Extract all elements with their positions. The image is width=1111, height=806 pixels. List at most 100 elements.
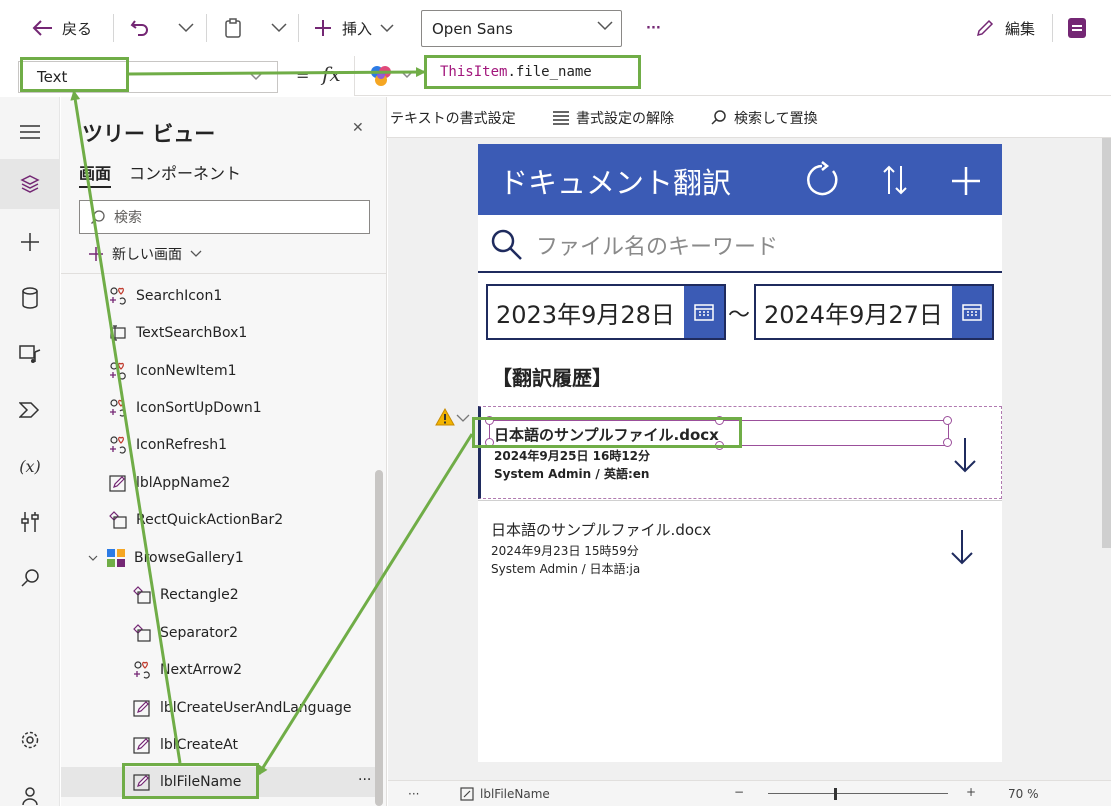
format-bar: テキストの書式設定 書式設定の解除 検索して置換 xyxy=(354,96,1111,138)
user-language-label: System Admin / 英語:en xyxy=(494,467,650,481)
tree-item-iconrefresh1[interactable]: IconRefresh1 xyxy=(108,430,227,460)
status-more[interactable]: ··· xyxy=(408,787,419,801)
left-rail: (𝑥) xyxy=(0,97,60,806)
undo-button[interactable] xyxy=(130,14,150,42)
hamburger-icon[interactable] xyxy=(15,117,45,147)
status-bar: ··· lblFileName − + 70 % xyxy=(388,780,1111,806)
shape-icon xyxy=(132,623,152,643)
new-screen-button[interactable]: 新しい画面 xyxy=(88,244,202,264)
chevron-down-icon[interactable] xyxy=(88,555,98,562)
layers-icon[interactable] xyxy=(15,169,45,199)
more-options-button[interactable]: ··· xyxy=(358,772,371,788)
tree-item-iconnewitem1[interactable]: IconNewItem1 xyxy=(108,356,237,386)
chevron-down-icon xyxy=(249,72,263,81)
tree-item-lblcreateuserandlanguage[interactable]: lblCreateUserAndLanguage xyxy=(132,693,352,723)
chevron-down-icon[interactable] xyxy=(401,71,413,79)
warning-icon[interactable] xyxy=(435,408,455,426)
tree-search-input[interactable]: 検索 xyxy=(79,200,370,234)
chevron-down-icon xyxy=(597,21,613,31)
zoom-slider-thumb[interactable] xyxy=(834,788,837,800)
tree-item-label: lblCreateAt xyxy=(160,737,239,753)
text-format-button[interactable]: テキストの書式設定 xyxy=(366,108,516,128)
zoom-in-button[interactable]: + xyxy=(966,785,976,799)
tree-item-searchicon1[interactable]: SearchIcon1 xyxy=(108,281,222,311)
download-arrow-icon[interactable] xyxy=(953,437,977,473)
tree-item-label: IconNewItem1 xyxy=(136,363,237,379)
close-icon[interactable]: ✕ xyxy=(352,120,364,136)
tree-item-rectangle2[interactable]: Rectangle2 xyxy=(132,580,239,610)
date-from-picker[interactable]: 2023年9月28日 xyxy=(486,284,726,340)
label-control-icon xyxy=(108,473,128,493)
gallery-item[interactable]: 日本語のサンプルファイル.docx 2024年9月23日 15時59分 Syst… xyxy=(478,500,1002,593)
gallery-icon xyxy=(106,548,126,568)
paste-button[interactable] xyxy=(224,14,242,42)
search-icon[interactable] xyxy=(15,563,45,593)
calendar-icon[interactable] xyxy=(952,286,992,338)
paste-dropdown[interactable] xyxy=(271,14,287,42)
tree-item-nextarrow2[interactable]: NextArrow2 xyxy=(132,655,242,685)
resize-handle[interactable] xyxy=(943,416,952,425)
tree-item-textsearchbox1[interactable]: TextSearchBox1 xyxy=(108,318,247,348)
sort-up-down-icon[interactable] xyxy=(882,164,908,196)
file-name-label: 日本語のサンプルファイル.docx xyxy=(491,521,712,539)
clear-format-icon xyxy=(552,111,570,125)
tree-item-iconsortupdown1[interactable]: IconSortUpDown1 xyxy=(108,393,262,423)
media-icon[interactable] xyxy=(15,339,45,369)
date-from-value: 2023年9月28日 xyxy=(496,301,675,329)
user-language-label: System Admin / 日本語:ja xyxy=(491,562,641,576)
tab-screens[interactable]: 画面 xyxy=(79,160,112,188)
tree-item-separator2[interactable]: Separator2 xyxy=(132,618,238,648)
label-icon xyxy=(460,787,474,801)
back-button[interactable]: 戻る xyxy=(32,14,92,42)
tree-tabs: 画面 コンポーネント xyxy=(79,160,241,188)
app-panel-button[interactable] xyxy=(1066,14,1088,42)
insert-plus-icon[interactable] xyxy=(15,227,45,257)
date-range-separator: ～ xyxy=(728,303,751,328)
edit-button[interactable]: 編集 xyxy=(975,14,1035,42)
annotation-box-formula xyxy=(424,55,641,89)
font-family-select[interactable]: Open Sans xyxy=(421,10,622,47)
refresh-icon[interactable] xyxy=(803,161,841,199)
download-arrow-icon[interactable] xyxy=(950,529,974,565)
icon-control-icon xyxy=(108,361,128,381)
annotation-box-canvas-label xyxy=(472,417,742,448)
zoom-out-button[interactable]: − xyxy=(734,785,744,799)
date-to-picker[interactable]: 2024年9月27日 xyxy=(754,284,994,340)
tree-item-lblcreateat[interactable]: lblCreateAt xyxy=(132,730,238,760)
tree-item-browsegallery1[interactable]: BrowseGallery1 xyxy=(88,543,244,573)
tree-scrollbar[interactable] xyxy=(375,470,383,806)
account-icon[interactable] xyxy=(15,781,45,806)
chevron-down-icon[interactable] xyxy=(456,414,470,423)
section-title: 【翻訳履歴】 xyxy=(492,366,612,390)
settings-gear-icon[interactable] xyxy=(15,725,45,755)
font-family-value: Open Sans xyxy=(432,19,513,38)
search-icon xyxy=(710,109,728,127)
database-icon[interactable] xyxy=(15,283,45,313)
find-replace-button[interactable]: 検索して置換 xyxy=(710,108,818,128)
tree-item-rectquickactionbar2[interactable]: RectQuickActionBar2 xyxy=(108,505,283,535)
search-box[interactable]: ファイル名のキーワード xyxy=(478,215,1002,273)
toolbar-divider xyxy=(206,14,207,42)
tree-item-label: IconSortUpDown1 xyxy=(136,400,262,416)
copilot-icon[interactable] xyxy=(369,64,393,88)
canvas-scrollbar[interactable] xyxy=(1102,138,1111,548)
zoom-slider[interactable] xyxy=(768,793,948,794)
tab-components[interactable]: コンポーネント xyxy=(129,160,241,188)
tree-item-lblappname2[interactable]: lblAppName2 xyxy=(108,468,230,498)
clear-format-button[interactable]: 書式設定の解除 xyxy=(552,108,674,128)
undo-dropdown[interactable] xyxy=(178,14,194,42)
label-control-icon xyxy=(132,698,152,718)
add-item-icon[interactable] xyxy=(951,166,981,196)
tree-item-label: RectQuickActionBar2 xyxy=(136,512,284,528)
calendar-icon[interactable] xyxy=(684,286,724,338)
clipboard-icon xyxy=(224,18,242,38)
resize-handle[interactable] xyxy=(943,438,952,447)
tools-icon[interactable] xyxy=(15,507,45,537)
more-commands-button[interactable]: ··· xyxy=(646,14,661,42)
power-automate-icon[interactable] xyxy=(15,395,45,425)
fx-icon[interactable]: fx xyxy=(322,62,341,86)
created-at-label: 2024年9月25日 16時12分 xyxy=(494,449,651,463)
insert-button[interactable]: 挿入 xyxy=(314,14,394,42)
variables-icon[interactable]: (𝑥) xyxy=(15,451,45,481)
toolbar-divider xyxy=(298,14,299,42)
